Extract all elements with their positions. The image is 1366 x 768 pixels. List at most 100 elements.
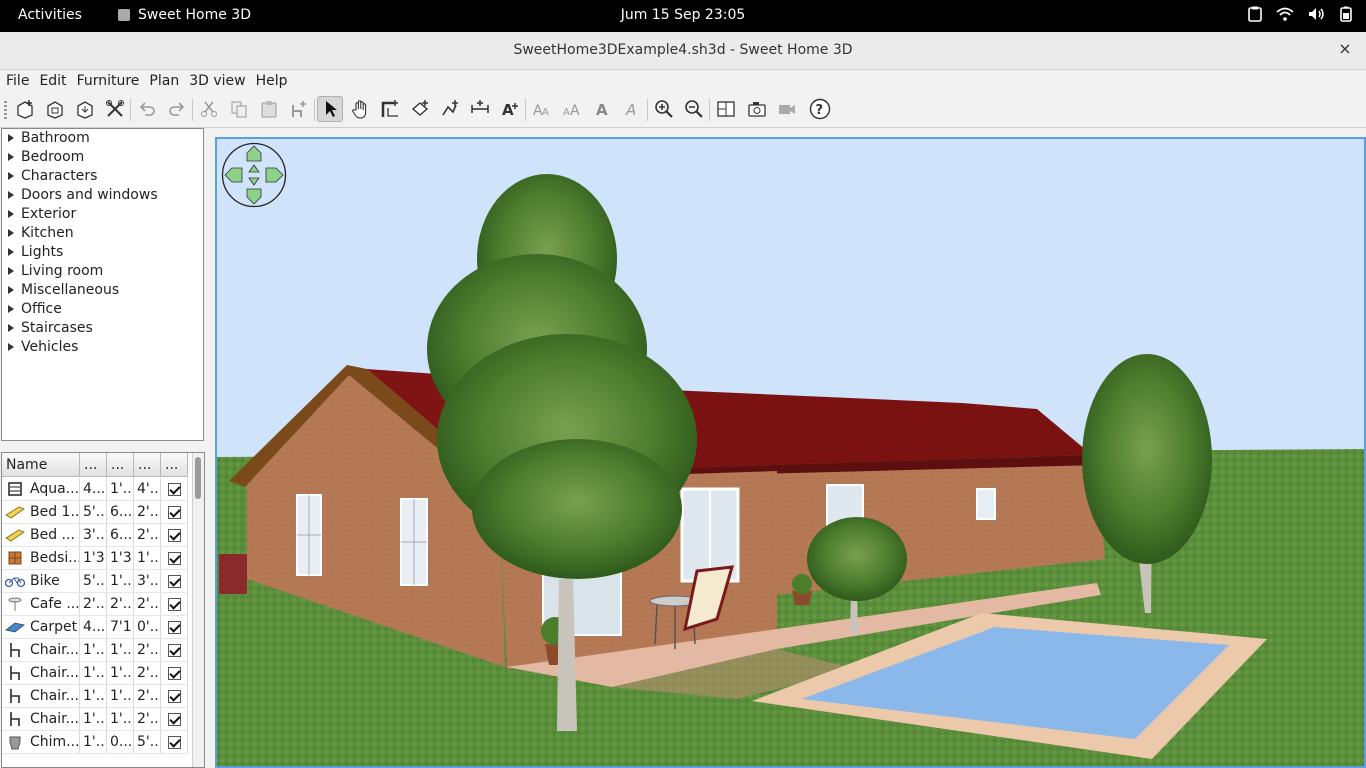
select-mode-button[interactable] bbox=[317, 96, 343, 122]
paste-button[interactable] bbox=[256, 96, 282, 122]
battery-icon[interactable] bbox=[1340, 6, 1352, 22]
copy-button[interactable] bbox=[226, 96, 252, 122]
menu-help[interactable]: Help bbox=[252, 73, 292, 89]
create-photo-button[interactable] bbox=[713, 96, 739, 122]
clipboard-icon[interactable] bbox=[1248, 6, 1262, 22]
furniture-table[interactable]: Name ... ... ... ... Aqua... 4... 1'... 4'.… bbox=[1, 452, 205, 768]
visible-checkbox[interactable] bbox=[167, 620, 181, 634]
zoom-out-button[interactable] bbox=[681, 96, 707, 122]
table-row[interactable]: Bedsi...1'3"1'3"1'... bbox=[2, 547, 188, 570]
create-polylines-button[interactable] bbox=[437, 96, 463, 122]
scrollbar-thumb[interactable] bbox=[195, 457, 201, 499]
volume-icon[interactable] bbox=[1308, 7, 1326, 21]
expand-arrow-icon[interactable] bbox=[8, 343, 14, 351]
catalog-category-kitchen[interactable]: Kitchen bbox=[2, 224, 203, 243]
column-header-width[interactable]: ... bbox=[80, 453, 107, 477]
visible-checkbox[interactable] bbox=[167, 666, 181, 680]
column-header-depth[interactable]: ... bbox=[107, 453, 134, 477]
system-tray[interactable] bbox=[1248, 6, 1352, 22]
visible-checkbox[interactable] bbox=[167, 482, 181, 496]
pan-mode-button[interactable] bbox=[347, 96, 373, 122]
table-scrollbar[interactable] bbox=[192, 453, 204, 767]
table-row[interactable]: Carpet4...7'1"0'... bbox=[2, 616, 188, 639]
visible-checkbox[interactable] bbox=[167, 735, 181, 749]
catalog-category-bedroom[interactable]: Bedroom bbox=[2, 148, 203, 167]
column-header-name[interactable]: Name bbox=[2, 453, 80, 477]
vertical-splitter[interactable] bbox=[206, 128, 214, 768]
camera-button[interactable] bbox=[744, 96, 770, 122]
menu-3d-view[interactable]: 3D view bbox=[185, 73, 249, 89]
table-row[interactable]: Bike 5'... 1'... 3'... bbox=[2, 570, 188, 593]
catalog-category-bathroom[interactable]: Bathroom bbox=[2, 129, 203, 148]
wifi-icon[interactable] bbox=[1276, 7, 1294, 21]
column-header-height[interactable]: ... bbox=[134, 453, 161, 477]
table-row[interactable]: Bed 1... 5'... 6... 2'... bbox=[2, 501, 188, 524]
create-dimensions-button[interactable] bbox=[467, 96, 493, 122]
visible-checkbox[interactable] bbox=[167, 597, 181, 611]
catalog-category-doors-and-windows[interactable]: Doors and windows bbox=[2, 186, 203, 205]
table-row[interactable]: Chair... 1'... 1'... 2'... bbox=[2, 708, 188, 731]
catalog-category-characters[interactable]: Characters bbox=[2, 167, 203, 186]
expand-arrow-icon[interactable] bbox=[8, 286, 14, 294]
expand-arrow-icon[interactable] bbox=[8, 191, 14, 199]
table-row[interactable]: Chair... 1'... 1'... 2'... bbox=[2, 639, 188, 662]
new-home-button[interactable] bbox=[12, 96, 38, 122]
visible-checkbox[interactable] bbox=[167, 689, 181, 703]
menu-file[interactable]: File bbox=[2, 73, 33, 89]
add-furniture-button[interactable] bbox=[286, 96, 312, 122]
furniture-catalog-tree[interactable]: Bathroom Bedroom Characters Doors and wi… bbox=[1, 128, 204, 441]
catalog-category-office[interactable]: Office bbox=[2, 300, 203, 319]
create-walls-button[interactable] bbox=[377, 96, 403, 122]
catalog-category-miscellaneous[interactable]: Miscellaneous bbox=[2, 281, 203, 300]
table-row[interactable]: Cafe ... 2'... 2'... 2'... bbox=[2, 593, 188, 616]
decrease-text-size-button[interactable]: AA bbox=[559, 96, 585, 122]
clock[interactable]: Jum 15 Sep 23:05 bbox=[621, 7, 746, 23]
expand-arrow-icon[interactable] bbox=[8, 210, 14, 218]
menu-furniture[interactable]: Furniture bbox=[73, 73, 144, 89]
toolbar-grip[interactable] bbox=[4, 101, 7, 119]
expand-arrow-icon[interactable] bbox=[8, 248, 14, 256]
horizontal-splitter[interactable] bbox=[0, 442, 206, 452]
table-row[interactable]: Chim... 1'... 0... 5'... bbox=[2, 731, 188, 754]
close-window-button[interactable]: × bbox=[1336, 40, 1354, 58]
expand-arrow-icon[interactable] bbox=[8, 172, 14, 180]
add-text-button[interactable]: A bbox=[497, 96, 523, 122]
expand-arrow-icon[interactable] bbox=[8, 324, 14, 332]
visible-checkbox[interactable] bbox=[167, 528, 181, 542]
3d-view[interactable] bbox=[215, 137, 1366, 768]
visible-checkbox[interactable] bbox=[167, 643, 181, 657]
cut-button[interactable] bbox=[196, 96, 222, 122]
italic-text-button[interactable]: A bbox=[619, 96, 645, 122]
expand-arrow-icon[interactable] bbox=[8, 229, 14, 237]
table-row[interactable]: Aqua... 4... 1'... 4'... bbox=[2, 478, 188, 501]
menu-edit[interactable]: Edit bbox=[35, 73, 70, 89]
menu-plan[interactable]: Plan bbox=[145, 73, 183, 89]
visible-checkbox[interactable] bbox=[167, 712, 181, 726]
catalog-category-vehicles[interactable]: Vehicles bbox=[2, 338, 203, 357]
app-menu[interactable]: Sweet Home 3D bbox=[118, 7, 251, 23]
expand-arrow-icon[interactable] bbox=[8, 134, 14, 142]
redo-button[interactable] bbox=[164, 96, 190, 122]
activities-button[interactable]: Activities bbox=[18, 7, 82, 23]
create-video-button[interactable] bbox=[774, 96, 800, 122]
increase-text-size-button[interactable]: AA bbox=[529, 96, 555, 122]
bold-text-button[interactable]: A bbox=[589, 96, 615, 122]
catalog-category-living-room[interactable]: Living room bbox=[2, 262, 203, 281]
expand-arrow-icon[interactable] bbox=[8, 305, 14, 313]
help-button[interactable]: ? bbox=[807, 96, 833, 122]
catalog-category-exterior[interactable]: Exterior bbox=[2, 205, 203, 224]
catalog-category-staircases[interactable]: Staircases bbox=[2, 319, 203, 338]
save-button[interactable] bbox=[72, 96, 98, 122]
visible-checkbox[interactable] bbox=[167, 574, 181, 588]
table-row[interactable]: Bed ... 3'... 6... 2'... bbox=[2, 524, 188, 547]
visible-checkbox[interactable] bbox=[167, 551, 181, 565]
catalog-category-lights[interactable]: Lights bbox=[2, 243, 203, 262]
undo-button[interactable] bbox=[134, 96, 160, 122]
table-row[interactable]: Chair... 1'... 1'... 2'... bbox=[2, 662, 188, 685]
open-button[interactable] bbox=[42, 96, 68, 122]
create-rooms-button[interactable] bbox=[407, 96, 433, 122]
expand-arrow-icon[interactable] bbox=[8, 153, 14, 161]
column-header-visible[interactable]: ... bbox=[161, 453, 188, 477]
expand-arrow-icon[interactable] bbox=[8, 267, 14, 275]
zoom-in-button[interactable] bbox=[651, 96, 677, 122]
